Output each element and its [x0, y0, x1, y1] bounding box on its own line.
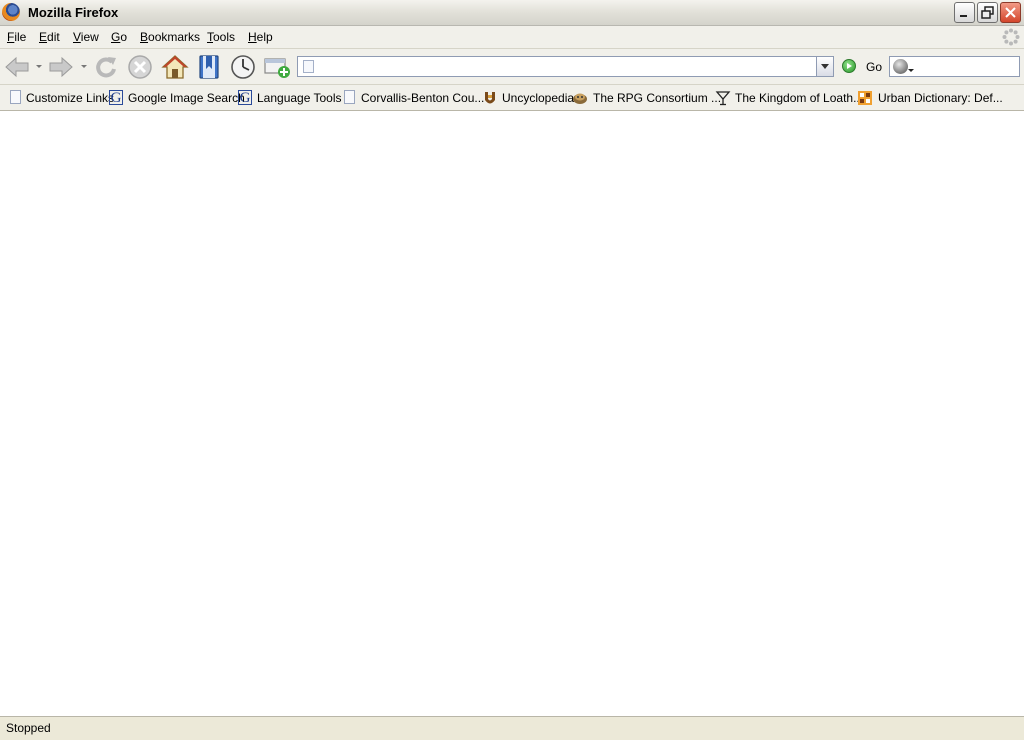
menu-help[interactable]: Help — [248, 30, 273, 44]
bookmarks-icon[interactable] — [195, 53, 223, 81]
menu-edit[interactable]: Edit — [39, 30, 60, 44]
window-title: Mozilla Firefox — [28, 5, 119, 20]
martini-icon — [715, 91, 731, 106]
restore-button[interactable] — [977, 2, 998, 23]
go-label: Go — [866, 60, 883, 74]
search-bar[interactable] — [889, 56, 1020, 77]
forward-icon[interactable] — [47, 53, 75, 81]
menu-bookmarks[interactable]: Bookmarks — [140, 30, 200, 44]
close-icon — [1005, 7, 1016, 18]
back-icon[interactable] — [3, 53, 31, 81]
restore-icon — [981, 6, 994, 19]
google-icon: G — [238, 90, 252, 106]
status-bar: Stopped — [0, 716, 1024, 740]
rpg-icon — [573, 93, 587, 104]
home-icon[interactable] — [161, 53, 189, 81]
search-engine-icon[interactable] — [893, 59, 908, 74]
address-bar[interactable] — [297, 56, 834, 77]
title-bar[interactable]: Mozilla Firefox — [0, 0, 1024, 26]
page-icon — [10, 90, 21, 104]
menu-view[interactable]: View — [73, 30, 99, 44]
status-text: Stopped — [6, 721, 51, 735]
firefox-logo-icon — [2, 3, 20, 21]
back-dropdown-icon[interactable] — [36, 65, 42, 68]
menu-go[interactable]: Go — [111, 30, 127, 44]
menu-tools[interactable]: Tools — [207, 30, 235, 44]
reload-icon[interactable] — [92, 53, 120, 81]
minimize-button[interactable] — [954, 2, 975, 23]
url-history-dropdown-icon[interactable] — [816, 57, 833, 76]
menu-file[interactable]: File — [7, 30, 26, 44]
go-arrow-icon — [842, 59, 856, 73]
page-icon — [344, 90, 355, 104]
page-icon — [303, 60, 314, 73]
uncyclopedia-icon — [485, 92, 495, 104]
forward-dropdown-icon[interactable] — [81, 65, 87, 68]
url-input[interactable] — [320, 58, 810, 75]
menu-bar: File Edit View Go Bookmarks Tools Help — [0, 26, 1024, 49]
search-engine-dropdown-icon[interactable] — [908, 69, 914, 72]
close-button[interactable] — [1000, 2, 1021, 23]
page-content-area[interactable] — [0, 111, 1024, 716]
stop-icon[interactable] — [126, 53, 154, 81]
new-tab-icon[interactable] — [263, 53, 291, 81]
urban-dictionary-icon — [858, 91, 872, 105]
bookmarks-toolbar: Customize Links G Google Image Search G … — [0, 85, 1024, 111]
google-icon: G — [109, 90, 123, 106]
minimize-icon — [960, 15, 967, 17]
history-icon[interactable] — [229, 53, 257, 81]
search-input[interactable] — [916, 58, 1016, 75]
throbber-icon — [1002, 28, 1020, 46]
